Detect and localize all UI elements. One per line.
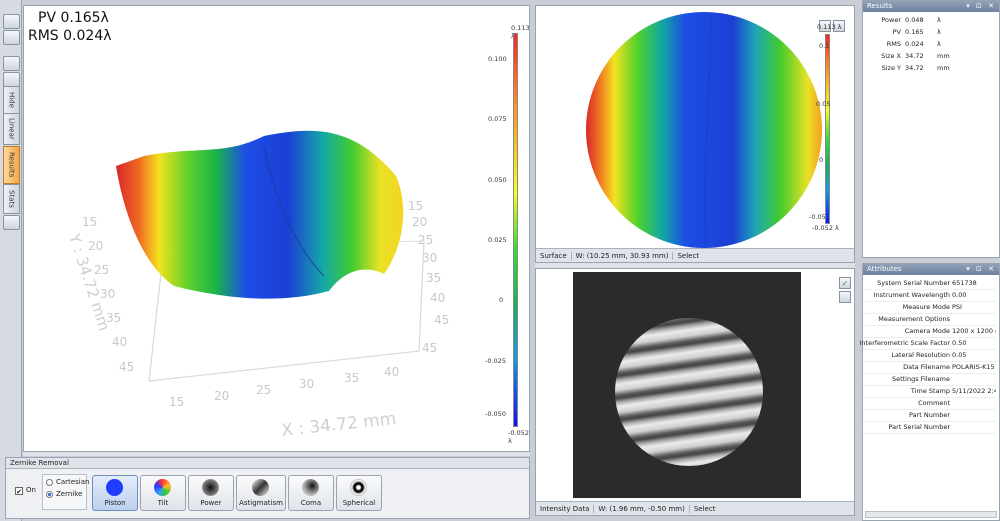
tilt-button[interactable]: Tilt [140,475,186,511]
coma-button[interactable]: Coma [288,475,334,511]
status-select-tool[interactable]: Select [673,252,703,260]
astigmatism-button[interactable]: Astigmatism [236,475,286,511]
x-tick: 25 [256,383,271,397]
surface-disc [586,12,822,248]
astigmatism-icon [252,479,269,496]
status-view-name: Surface [536,251,572,260]
z-tick: 15 [408,199,423,213]
chart-icon[interactable] [3,215,20,230]
status-cursor-position: W: (10.25 mm, 30.93 mm) [572,251,674,260]
horizontal-splitter[interactable] [23,452,530,456]
x-tick: 30 [299,377,314,391]
zernike-label: Zernike [56,490,83,498]
surface-colorbar-bottom: -0.052 λ [812,224,839,232]
x-tick: 20 [214,389,229,403]
surface-colorbar-tick: 0 [819,156,824,164]
attributes-title-bar: Attributes ▾ ⊡ ✕ [863,264,999,275]
intensity-panel[interactable]: ✓ Intensity Data W: (1.96 mm, -0.50 mm) … [535,268,855,516]
panel-controls[interactable]: ▾ ⊡ ✕ [966,1,996,12]
zernike-removal-panel: Zernike Removal ✔ On Cartesian Zernike P… [5,457,530,519]
surface-colorbar-top: 0.113 λ [817,23,842,31]
surface-status-bar: Surface W: (10.25 mm, 30.93 mm) Select [536,248,854,262]
surface-2d-panel[interactable]: 0.113 λ 0.1 0.05 0 -0.05 -0.052 λ Surfac… [535,5,855,263]
x-tick: 15 [169,395,184,409]
fringe-pattern [615,318,763,466]
layers-icon[interactable] [3,14,20,29]
y-tick: 20 [88,239,103,253]
on-label: On [26,486,36,494]
zernike-title: Zernike Removal [6,458,529,469]
tab-results[interactable]: Results [3,146,20,184]
piston-icon [106,479,123,496]
attributes-title: Attributes [867,265,902,273]
results-title: Results [867,2,893,10]
palette-icon[interactable] [3,72,20,87]
cartesian-radio[interactable] [46,479,53,486]
left-toolbar: Hide Linear Results Stats [0,0,22,521]
mode-group: Cartesian Zernike [42,474,90,510]
results-title-bar: Results ▾ ⊡ ✕ [863,1,999,12]
surface-3d-view[interactable]: PV 0.165λ RMS 0.024λ 15 20 25 30 35 40 4… [23,5,530,452]
z-tick: 45 [434,313,449,327]
surface-colorbar-tick: -0.05 [809,213,826,221]
panel-controls[interactable]: ▾ ⊡ ✕ [966,264,996,275]
tab-linear[interactable]: Linear [3,113,20,145]
surface-3d-plot: 15 20 25 30 35 40 45 45 40 35 30 25 20 1… [65,130,449,441]
surface-colorbar-tick: 0.05 [816,100,831,108]
surface-colorbar [825,34,830,224]
x-tick: 45 [422,341,437,355]
spherical-icon [350,479,367,496]
zernike-radio[interactable] [46,491,53,498]
z-tick: 25 [418,233,433,247]
power-icon [202,479,219,496]
grid-icon[interactable] [839,291,851,303]
colorbar-bottom-label: -0.052 λ [508,429,529,445]
main-colorbar [513,33,518,427]
coma-icon [302,479,319,496]
status-select-tool[interactable]: Select [690,505,720,513]
status-view-name: Intensity Data [536,504,595,513]
surface-mesh [116,130,404,299]
result-row: Size X 34.72 mm [881,52,950,60]
x-tick: 35 [344,371,359,385]
check-icon[interactable]: ✓ [839,277,851,289]
on-checkbox[interactable]: ✔ [15,487,23,496]
result-row: RMS 0.024 λ [886,40,941,48]
y-tick: 40 [112,335,127,349]
status-cursor-position: W: (1.96 mm, -0.50 mm) [594,504,690,513]
cartesian-label: Cartesian [56,478,90,486]
horizontal-scrollbar[interactable] [865,511,997,518]
tab-hide[interactable]: Hide [3,86,20,114]
intensity-status-bar: Intensity Data W: (1.96 mm, -0.50 mm) Se… [536,501,854,515]
pin-icon[interactable] [3,30,20,45]
z-tick: 40 [430,291,445,305]
tab-stats[interactable]: Stats [3,184,20,214]
power-button[interactable]: Power [188,475,234,511]
result-row: Power 0.048 λ [881,16,941,24]
x-axis-title: X : 34.72 mm [280,409,397,441]
intensity-image [573,272,801,498]
grid-icon[interactable] [3,56,20,71]
surface-map [586,12,822,249]
attributes-panel: Attributes ▾ ⊡ ✕ System Serial Number 651… [860,263,1000,521]
surface-colorbar-tick: 0.1 [819,42,830,50]
z-tick: 20 [412,215,427,229]
z-tick: 30 [422,251,437,265]
result-row: PV 0.165 λ [892,28,941,36]
piston-button[interactable]: Piston [92,475,138,511]
y-tick: 15 [82,215,97,229]
tilt-icon [154,479,171,496]
spherical-button[interactable]: Spherical [336,475,382,511]
z-tick: 35 [426,271,441,285]
attribute-row: Part Serial Number [863,421,996,434]
x-tick: 40 [384,365,399,379]
main-colorbar-ticks: 0.100 0.075 0.050 0.025 0 -0.025 -0.050 [485,55,507,418]
y-tick: 45 [119,360,134,374]
result-row: Size Y 34.72 mm [881,64,950,72]
results-panel: Results ▾ ⊡ ✕ Power 0.048 λ PV 0.165 λ RMS 0.… [862,0,1000,258]
